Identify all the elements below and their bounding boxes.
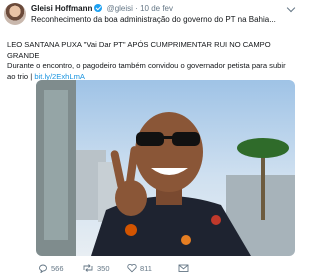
- photo-scene: [36, 80, 295, 256]
- photo-shirt-flower-1: [125, 224, 137, 236]
- envelope-icon: [178, 264, 189, 272]
- reply-icon: [39, 264, 47, 274]
- photo-shirt-flower-3: [211, 215, 221, 225]
- reply-count: 566: [51, 264, 64, 273]
- photo-sunglasses-left: [136, 132, 164, 146]
- photo-palm-leaves: [237, 138, 289, 158]
- tweet-headline: LEO SANTANA PUXA "Vai Dar PT" APÓS CUMPR…: [7, 40, 271, 60]
- photo-palm-trunk: [261, 150, 265, 220]
- tweet-date[interactable]: 10 de fev: [140, 4, 173, 13]
- photo-building-facade: [44, 90, 68, 240]
- tweet-text: Durante o encontro, o pagodeiro também c…: [7, 61, 293, 82]
- verified-badge-icon: [94, 4, 103, 12]
- avatar[interactable]: [4, 3, 26, 25]
- like-button[interactable]: 811: [127, 262, 152, 276]
- tweet-intro-text: Reconhecimento da boa administração do g…: [31, 15, 276, 24]
- author-handle[interactable]: @gleisi: [107, 4, 133, 13]
- tweet-photo[interactable]: [36, 80, 295, 256]
- retweet-icon: [83, 264, 93, 272]
- like-count: 811: [140, 264, 152, 273]
- photo-sunglasses-right: [172, 132, 200, 146]
- heart-icon: [127, 263, 137, 273]
- photo-head: [135, 112, 203, 192]
- tweet-card: Gleisi Hoffmann @gleisi · 10 de fev Reco…: [0, 0, 300, 280]
- retweet-count: 350: [97, 264, 110, 273]
- message-button[interactable]: [178, 262, 192, 276]
- tweet-body: LEO SANTANA PUXA "Vai Dar PT" APÓS CUMPR…: [7, 40, 293, 82]
- separator-dot: ·: [135, 4, 138, 13]
- photo-sunglasses-bridge: [162, 136, 174, 139]
- author-name[interactable]: Gleisi Hoffmann: [31, 4, 92, 13]
- photo-shirt-flower-2: [181, 235, 191, 245]
- retweet-button[interactable]: 350: [82, 262, 110, 276]
- tweet-actions: 566 350 811: [0, 262, 300, 276]
- reply-button[interactable]: 566: [38, 262, 64, 276]
